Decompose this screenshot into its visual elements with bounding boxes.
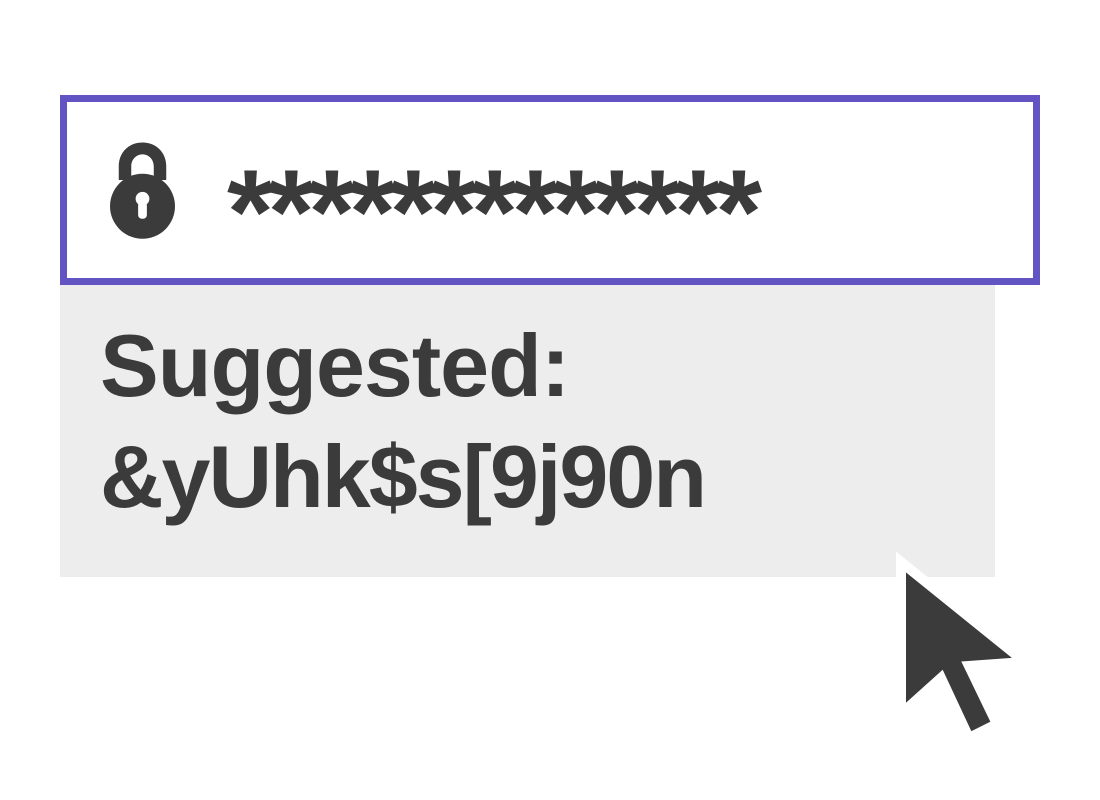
cursor-icon	[865, 550, 1065, 770]
password-masked-value: *************	[227, 152, 756, 272]
suggestion-value: &yUhk$s[9j90n	[100, 426, 955, 527]
lock-icon	[97, 125, 187, 255]
password-suggestion-panel[interactable]: Suggested: &yUhk$s[9j90n	[60, 285, 995, 577]
password-input[interactable]: *************	[60, 95, 1040, 285]
password-widget: ************* Suggested: &yUhk$s[9j90n	[60, 95, 1040, 577]
suggestion-label: Suggested:	[100, 315, 955, 416]
